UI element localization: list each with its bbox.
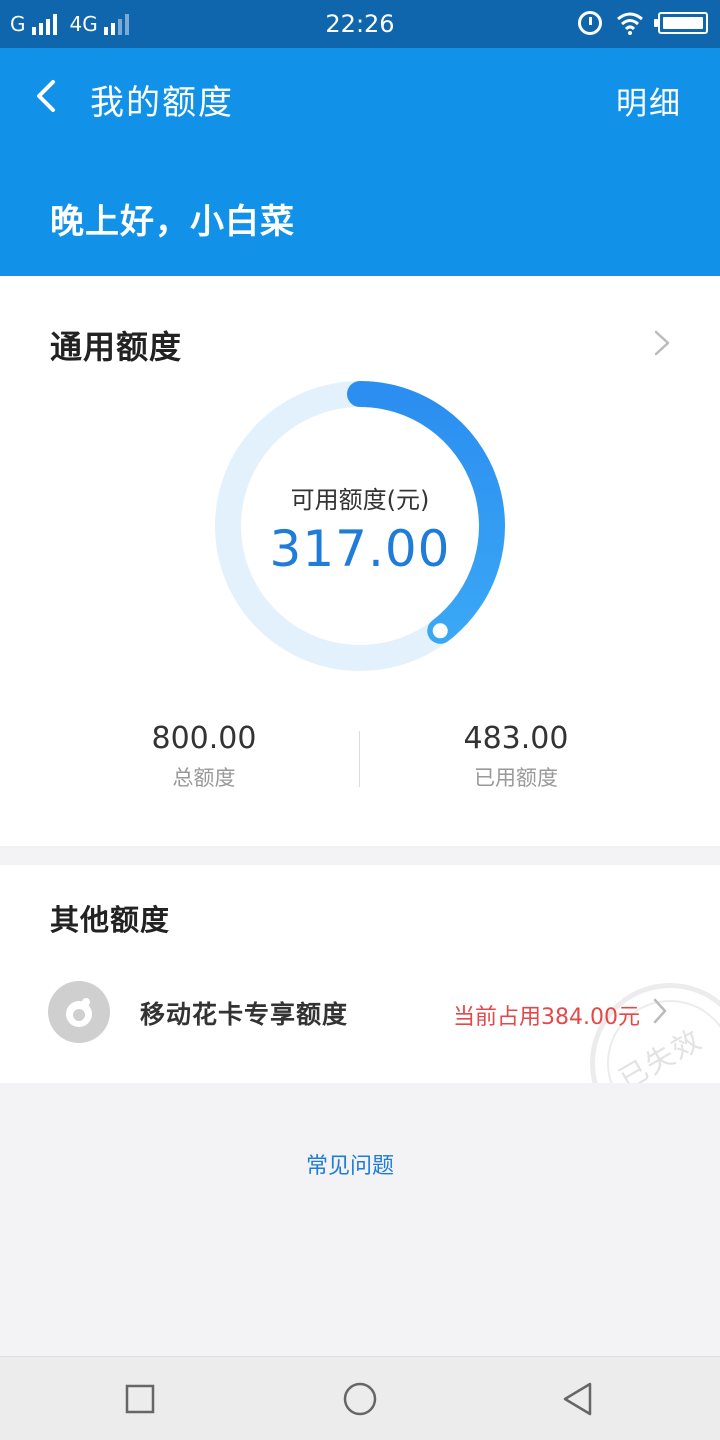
circle-icon — [343, 1382, 377, 1416]
chevron-right-icon[interactable] — [650, 328, 674, 358]
used-quota-value: 483.00 — [463, 721, 569, 756]
stat-divider — [359, 731, 360, 787]
ring-knob — [429, 620, 451, 642]
total-quota: 800.00 总额度 — [74, 721, 334, 792]
total-quota-label: 总额度 — [172, 766, 236, 790]
system-nav-bar — [0, 1356, 720, 1440]
chevron-right-icon[interactable] — [650, 997, 670, 1025]
triangle-back-icon — [563, 1382, 592, 1416]
faq-link[interactable]: 常见问题 — [0, 1148, 700, 1180]
detail-link[interactable]: 明细 — [616, 78, 682, 123]
status-icons — [578, 11, 708, 35]
used-quota-label: 已用额度 — [474, 766, 558, 790]
card-logo-icon — [66, 998, 92, 1027]
recent-apps-button[interactable] — [120, 1379, 160, 1419]
square-icon — [125, 1384, 155, 1414]
status-bar: G 4G 22:26 — [0, 0, 720, 48]
home-button[interactable] — [340, 1379, 380, 1419]
battery-icon — [654, 12, 708, 34]
available-value: 317.00 — [269, 520, 451, 578]
page-title: 我的额度 — [90, 83, 234, 123]
general-quota-title[interactable]: 通用额度 — [50, 322, 182, 368]
used-quota: 483.00 已用额度 — [386, 721, 646, 792]
available-label: 可用额度(元) — [290, 486, 430, 514]
flower-card-usage: 当前占用384.00元 — [453, 1005, 640, 1030]
alarm-icon — [578, 11, 602, 35]
flower-card-icon — [48, 981, 110, 1043]
other-quota-title: 其他额度 — [50, 903, 171, 937]
back-nav-button[interactable] — [558, 1379, 598, 1419]
greeting-text: 晚上好，小白菜 — [50, 202, 295, 242]
wifi-icon — [617, 12, 643, 35]
header: 我的额度 明细 晚上好，小白菜 — [0, 48, 720, 276]
total-quota-value: 800.00 — [151, 721, 257, 756]
chevron-left-icon — [37, 80, 55, 112]
other-quota-card: 其他额度 已失效 移动花卡专享额度 当前占用384.00元 — [0, 865, 720, 1083]
back-button[interactable] — [26, 76, 66, 116]
general-quota-card: 通用额度 可用额度(元) 317.00 800.00 总额度 483.00 已用… — [0, 276, 720, 846]
flower-card-quota-name[interactable]: 移动花卡专享额度 — [140, 995, 348, 1031]
